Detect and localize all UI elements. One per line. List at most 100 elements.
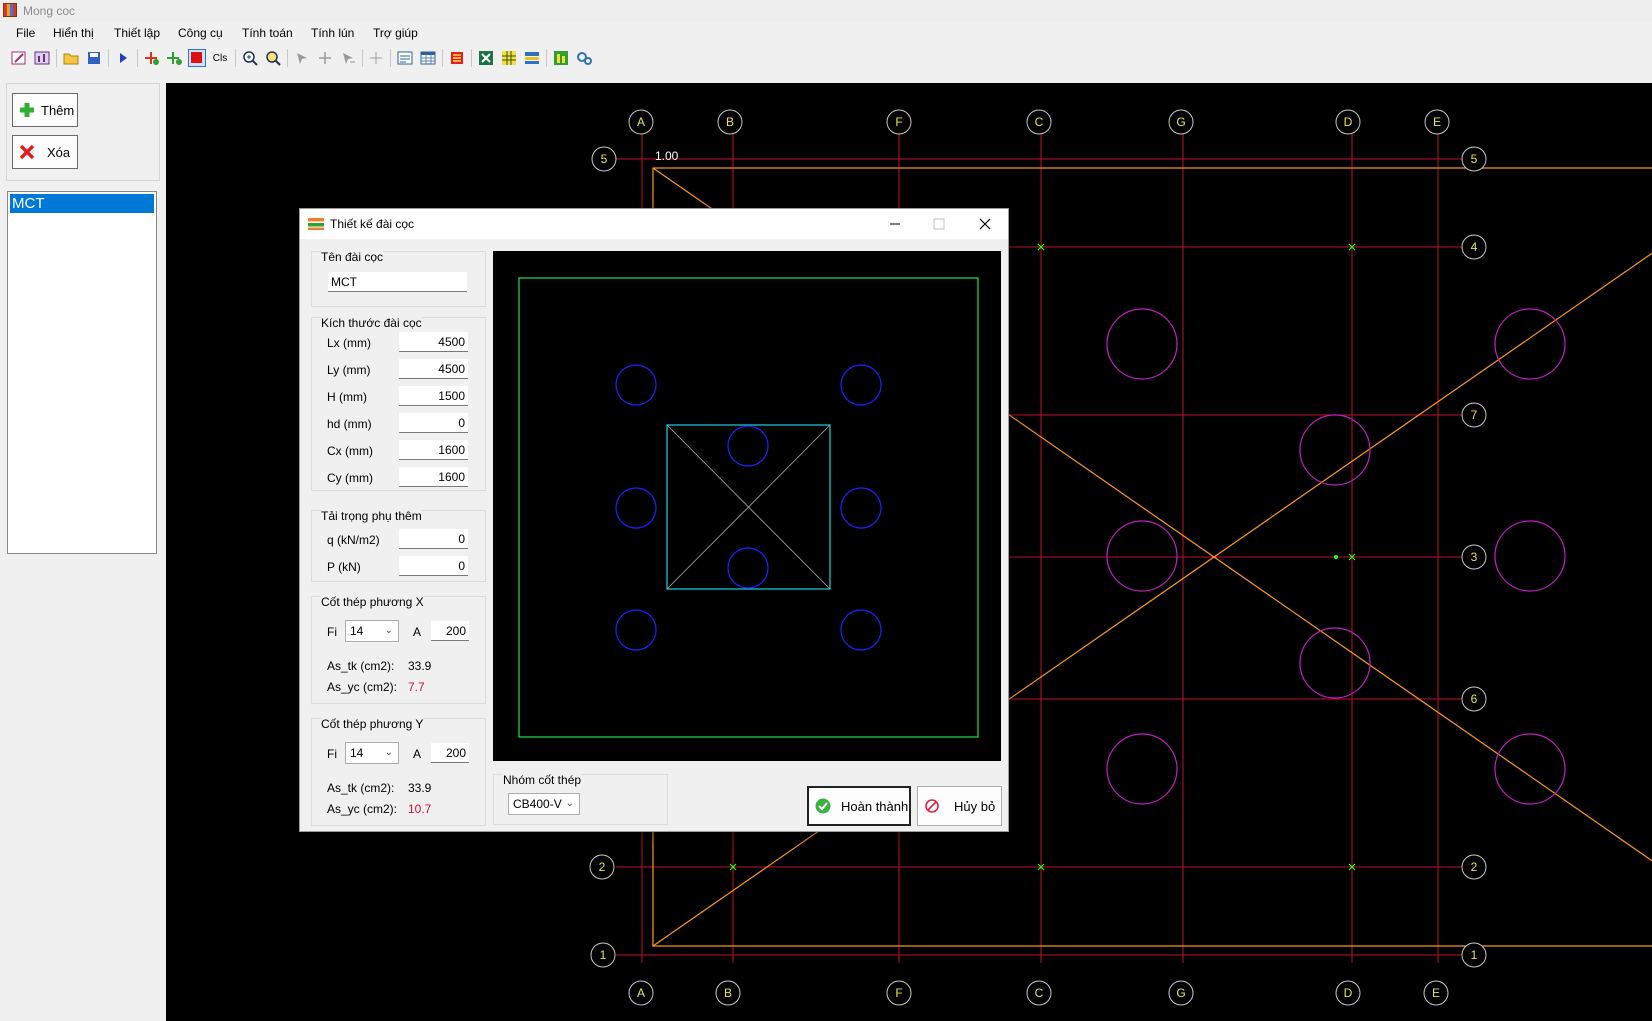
grid-icon[interactable] — [500, 49, 518, 67]
load-group: Tải trọng phụ thêm q (kN/m2) 0 P (kN) 0 — [311, 509, 486, 582]
svg-text:1: 1 — [600, 948, 607, 962]
steel-y-title: Cốt thép phương Y — [321, 717, 424, 731]
steel-y-group: Cốt thép phương Y Fi 14 ⌄ A 200 As_tk (c… — [311, 717, 486, 826]
layers-icon[interactable] — [523, 49, 541, 67]
steel-y-fi-select[interactable]: 14 ⌄ — [345, 742, 399, 764]
scale-label: 1.00 — [655, 149, 679, 163]
settings-icon[interactable] — [575, 49, 593, 67]
steel-x-asyc-value: 7.7 — [408, 680, 425, 694]
pile-cap-preview — [493, 251, 1001, 761]
steel-x-astk-label: As_tk (cm2): — [327, 659, 395, 673]
axis-bubble: E — [1423, 980, 1449, 1006]
axis-bubble: 2 — [1461, 854, 1487, 880]
move-icon[interactable] — [339, 49, 357, 67]
steel-grade-group: Nhóm cốt thép CB400-V ⌄ — [493, 773, 668, 825]
hd-input[interactable]: 0 — [399, 413, 468, 433]
pile-cap-design-dialog: Thiết kế đài cọc Tên đài cọc MCT Kích th… — [299, 208, 1009, 832]
excel-icon[interactable] — [477, 49, 495, 67]
menu-setup[interactable]: Thiết lập — [114, 26, 160, 40]
menu-settlement[interactable]: Tính lún — [311, 26, 354, 40]
ly-label: Ly (mm) — [327, 363, 371, 377]
svg-text:A: A — [637, 115, 645, 129]
delete-button[interactable]: Xóa — [12, 135, 78, 169]
h-label: H (mm) — [327, 390, 367, 404]
svg-text:F: F — [895, 115, 902, 129]
save-icon[interactable] — [85, 49, 103, 67]
steel-grade-select[interactable]: CB400-V ⌄ — [508, 793, 580, 815]
add-pile-icon[interactable] — [166, 49, 184, 67]
name-group-title: Tên đài cọc — [321, 250, 384, 264]
svg-text:5: 5 — [601, 152, 608, 166]
pile-cap-list[interactable]: MCT — [7, 191, 157, 554]
cap-name-input[interactable]: MCT — [328, 272, 467, 292]
p-input[interactable]: 0 — [399, 556, 468, 576]
chevron-down-icon: ⌄ — [565, 798, 574, 809]
properties-icon[interactable] — [396, 49, 414, 67]
cancel-circle-icon — [925, 799, 939, 813]
svg-text:4: 4 — [1471, 240, 1478, 254]
axis-bubble: F — [886, 109, 912, 135]
menu-view[interactable]: Hiển thị — [53, 26, 94, 40]
svg-text:6: 6 — [1471, 692, 1478, 706]
steel-x-fi-select[interactable]: 14 ⌄ — [345, 620, 399, 642]
size-group: Kích thước đài cọc Lx (mm) 4500 Ly (mm) … — [311, 316, 486, 491]
cy-input[interactable]: 1600 — [399, 467, 468, 487]
steel-x-asyc-label: As_yc (cm2): — [327, 680, 398, 694]
q-input[interactable]: 0 — [399, 529, 468, 549]
list-item[interactable]: MCT — [10, 194, 154, 213]
chart-icon[interactable] — [33, 49, 51, 67]
steel-y-astk-value: 33.9 — [408, 781, 432, 795]
lx-input[interactable]: 4500 — [399, 332, 468, 352]
color-icon[interactable] — [188, 49, 206, 67]
open-folder-icon[interactable] — [62, 49, 80, 67]
run-icon[interactable] — [114, 49, 132, 67]
maximize-icon — [933, 218, 945, 230]
menu-calculate[interactable]: Tính toán — [242, 26, 293, 40]
steel-x-a-label: A — [413, 625, 422, 639]
menu-file[interactable]: File — [16, 26, 35, 40]
menu-bar: File Hiển thị Thiết lập Công cụ Tính toá… — [0, 24, 1652, 44]
steel-x-astk-value: 33.9 — [408, 659, 432, 673]
axis-bubble: B — [715, 980, 741, 1006]
steel-x-a-input[interactable]: 200 — [431, 621, 469, 641]
zoom-in-icon[interactable] — [241, 49, 259, 67]
minimize-button[interactable] — [880, 213, 910, 235]
cx-input[interactable]: 1600 — [399, 440, 468, 460]
menu-help[interactable]: Trợ giúp — [373, 26, 418, 40]
h-input[interactable]: 1500 — [399, 386, 468, 406]
select-icon[interactable] — [293, 49, 311, 67]
close-button[interactable] — [970, 213, 1000, 235]
report-icon[interactable] — [552, 49, 570, 67]
svg-text:D: D — [1344, 986, 1353, 1000]
crosshair-icon[interactable] — [316, 49, 334, 67]
steel-y-asyc-value: 10.7 — [408, 802, 432, 816]
maximize-button — [924, 213, 954, 235]
axis-bubble: 6 — [1461, 686, 1487, 712]
svg-text:E: E — [1432, 986, 1440, 1000]
clear-screen-button[interactable]: Cls — [211, 49, 229, 67]
steel-y-asyc-label: As_yc (cm2): — [327, 802, 398, 816]
table-icon[interactable] — [419, 49, 437, 67]
menu-tools[interactable]: Công cụ — [178, 26, 223, 40]
add-node-icon[interactable] — [143, 49, 161, 67]
cancel-button-label: Hủy bỏ — [954, 798, 996, 814]
cx-label: Cx (mm) — [327, 444, 373, 458]
edit-icon[interactable] — [10, 49, 28, 67]
cancel-button[interactable]: Hủy bỏ — [917, 786, 1002, 826]
add-button[interactable]: Thêm — [12, 93, 78, 127]
list-icon[interactable] — [448, 49, 466, 67]
load-group-title: Tải trọng phụ thêm — [321, 509, 422, 523]
steel-x-fi-label: Fi — [327, 625, 337, 639]
finish-button[interactable]: Hoàn thành — [807, 786, 911, 826]
ly-input[interactable]: 4500 — [399, 359, 468, 379]
minimize-icon — [890, 223, 900, 225]
size-group-title: Kích thước đài cọc — [321, 316, 422, 330]
steel-x-title: Cốt thép phương X — [321, 595, 424, 609]
point-icon[interactable] — [367, 49, 385, 67]
steel-x-group: Cốt thép phương X Fi 14 ⌄ A 200 As_tk (c… — [311, 595, 486, 704]
svg-text:2: 2 — [599, 860, 606, 874]
axis-bubble: 7 — [1461, 402, 1487, 428]
zoom-extents-icon[interactable] — [264, 49, 282, 67]
steel-y-a-input[interactable]: 200 — [431, 743, 469, 763]
svg-text:B: B — [726, 115, 734, 129]
